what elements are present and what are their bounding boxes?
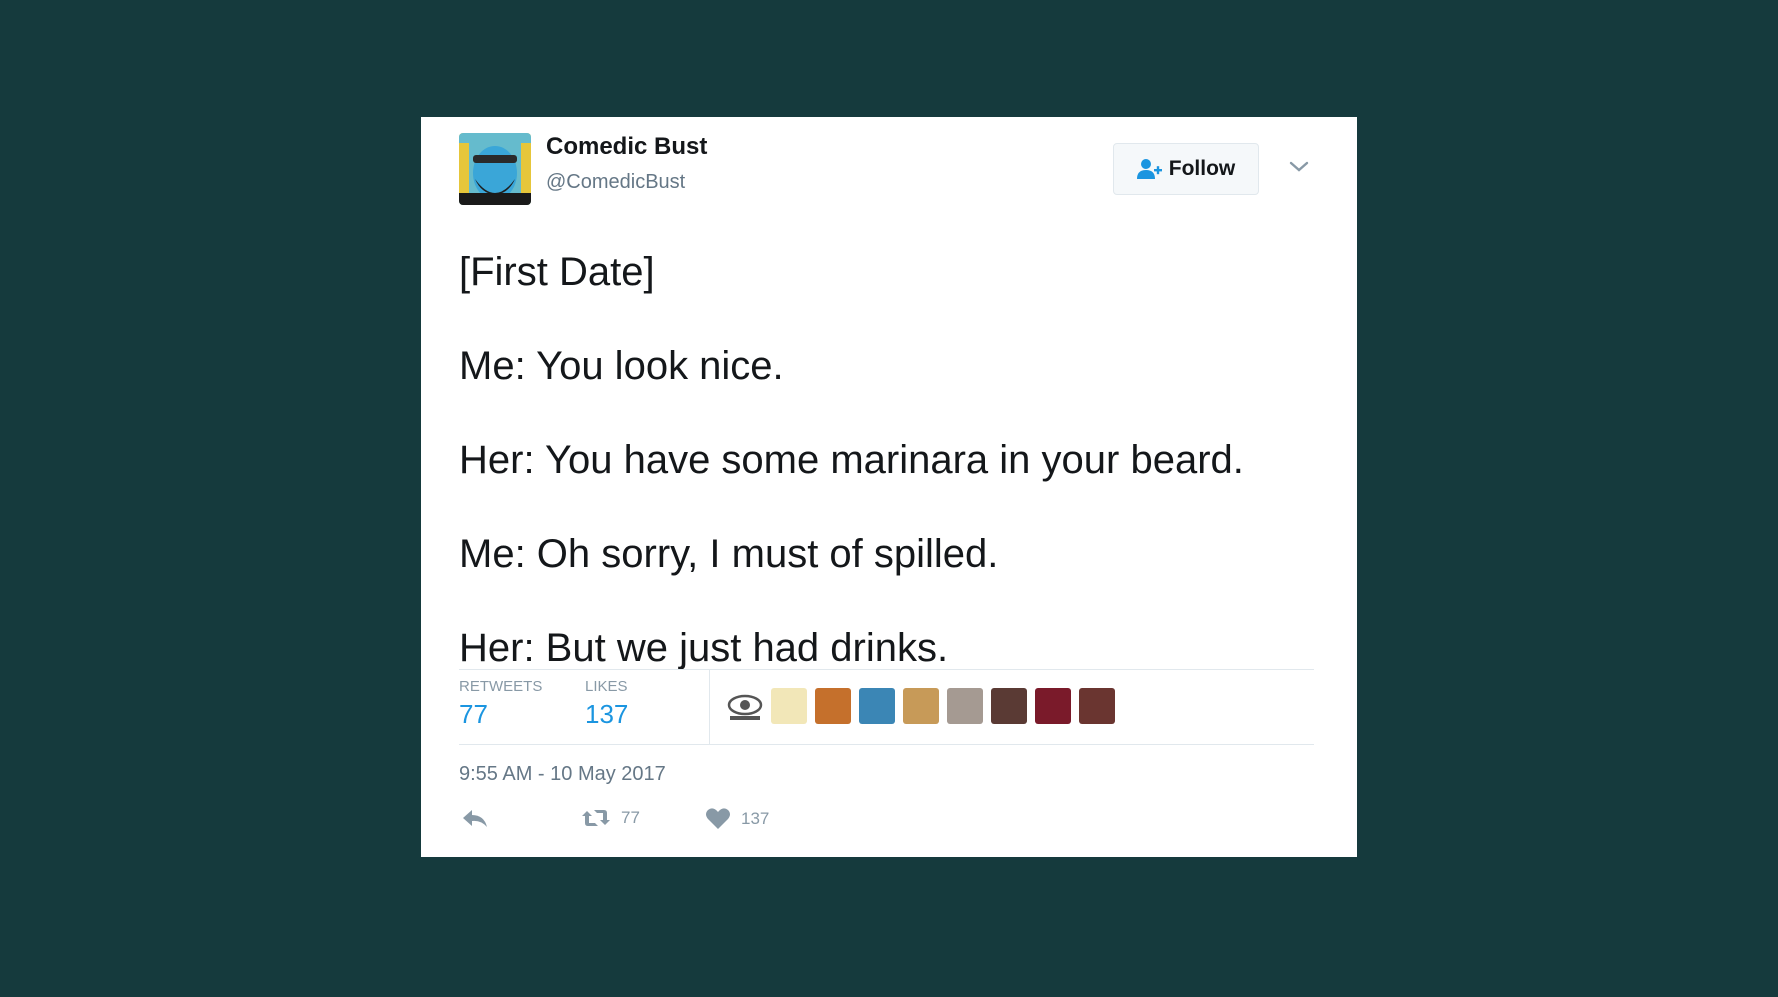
retweets-label: RETWEETS — [459, 678, 543, 695]
author-name[interactable]: Comedic Bust — [546, 133, 707, 161]
retweets-count: 77 — [459, 699, 488, 729]
liker-avatar-3[interactable] — [815, 688, 851, 724]
liker-avatar-6[interactable] — [947, 688, 983, 724]
retweets-stat[interactable]: RETWEETS 77 — [459, 678, 542, 730]
tweet-card: Comedic Bust @ComedicBust Follow [First … — [421, 117, 1357, 857]
tweet-timestamp[interactable]: 9:55 AM - 10 May 2017 — [459, 763, 666, 786]
tweet-line: [First Date] — [459, 250, 655, 294]
retweet-count: 77 — [621, 808, 640, 827]
liker-avatar-1[interactable] — [727, 688, 763, 724]
tweet-line: Me: You look nice. — [459, 344, 784, 388]
likes-label: LIKES — [585, 678, 628, 695]
liker-avatar-7[interactable] — [991, 688, 1027, 724]
retweet-icon — [582, 810, 610, 826]
liker-avatar-2[interactable] — [771, 688, 807, 724]
liker-avatar-8[interactable] — [1035, 688, 1071, 724]
eye-logo-icon — [727, 688, 763, 724]
retweet-button[interactable]: 77 — [581, 807, 640, 829]
follow-button[interactable]: Follow — [1113, 143, 1259, 195]
heart-icon — [706, 808, 730, 829]
likes-count: 137 — [585, 699, 629, 729]
chevron-down-icon — [1289, 161, 1309, 172]
liker-avatar-9[interactable] — [1079, 688, 1115, 724]
reply-button[interactable] — [461, 807, 489, 831]
stats-divider — [709, 670, 710, 744]
tweet-menu-button[interactable] — [1287, 155, 1311, 179]
tweet-text: [First Date] Me: You look nice. Her: You… — [459, 225, 1329, 695]
reply-icon — [463, 810, 487, 827]
likes-stat[interactable]: LIKES 137 — [585, 678, 628, 730]
add-user-icon — [1136, 159, 1162, 179]
like-button[interactable]: 137 — [705, 807, 769, 831]
author-avatar[interactable] — [459, 133, 531, 205]
liker-avatar-4[interactable] — [859, 688, 895, 724]
tweet-line: Her: You have some marinara in your bear… — [459, 438, 1244, 482]
author-handle[interactable]: @ComedicBust — [546, 171, 685, 194]
liker-avatar-5[interactable] — [903, 688, 939, 724]
follow-button-label: Follow — [1168, 157, 1236, 180]
tweet-stats: RETWEETS 77 LIKES 137 — [459, 669, 1314, 745]
bearded-man-avatar-icon — [459, 133, 531, 205]
tweet-line: Me: Oh sorry, I must of spilled. — [459, 532, 999, 576]
like-count: 137 — [741, 809, 770, 828]
